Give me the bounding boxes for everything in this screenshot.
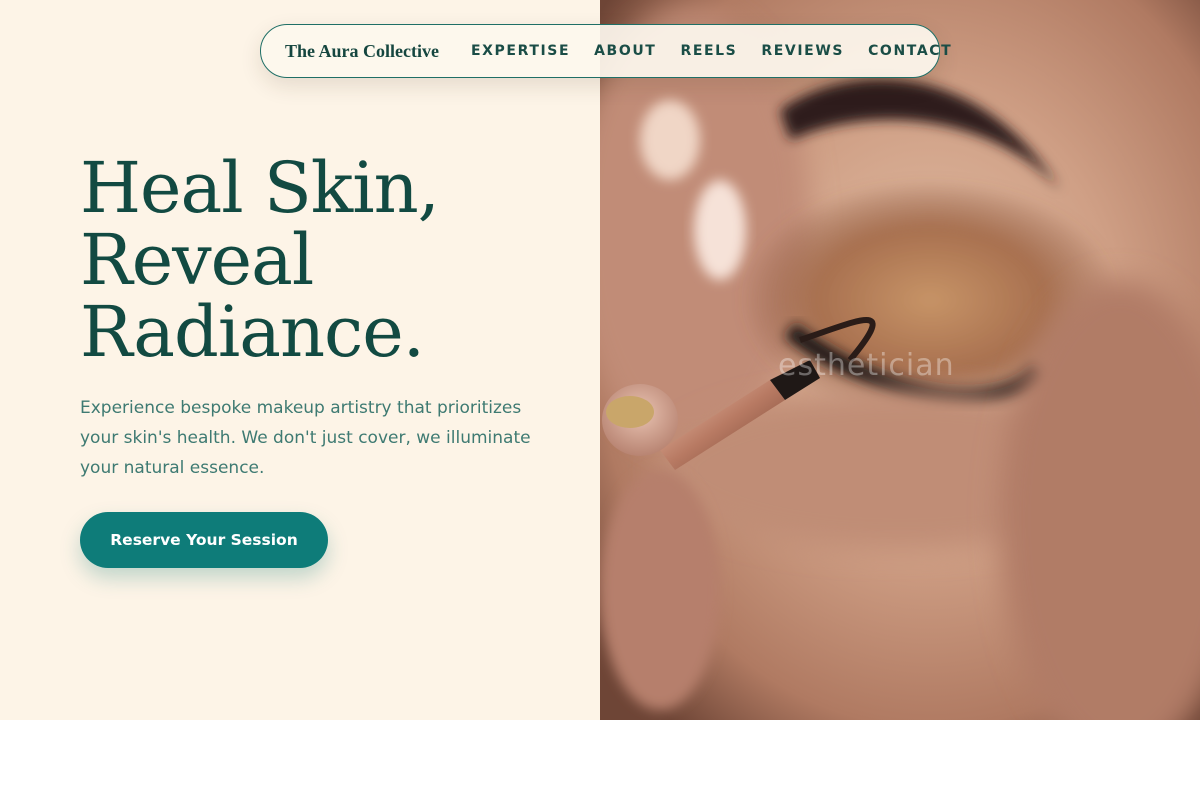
nav-link-reels[interactable]: REELS	[680, 43, 737, 59]
nav-links: EXPERTISE ABOUT REELS REVIEWS CONTACT	[471, 43, 952, 59]
nav-link-expertise[interactable]: EXPERTISE	[471, 43, 570, 59]
hero-image: esthetician	[600, 0, 1200, 720]
headline-line-1: Heal Skin,	[80, 147, 440, 229]
brand-logo[interactable]: The Aura Collective	[285, 41, 439, 62]
reserve-session-button[interactable]: Reserve Your Session	[80, 512, 328, 568]
nav-link-about[interactable]: ABOUT	[594, 43, 656, 59]
top-navigation: The Aura Collective EXPERTISE ABOUT REEL…	[260, 24, 951, 78]
hero-section: Heal Skin, Reveal Radiance. Experience b…	[0, 0, 1200, 720]
nav-link-contact[interactable]: CONTACT	[868, 43, 952, 59]
hero-headline: Heal Skin, Reveal Radiance.	[80, 152, 580, 368]
image-watermark: esthetician	[778, 348, 955, 383]
headline-line-2: Reveal	[80, 219, 314, 301]
below-fold-section	[0, 720, 1200, 800]
nav-link-reviews[interactable]: REVIEWS	[761, 43, 844, 59]
headline-line-3: Radiance.	[80, 291, 425, 373]
hero-subcopy: Experience bespoke makeup artistry that …	[80, 398, 531, 478]
hero-text-panel: Heal Skin, Reveal Radiance. Experience b…	[0, 0, 600, 720]
